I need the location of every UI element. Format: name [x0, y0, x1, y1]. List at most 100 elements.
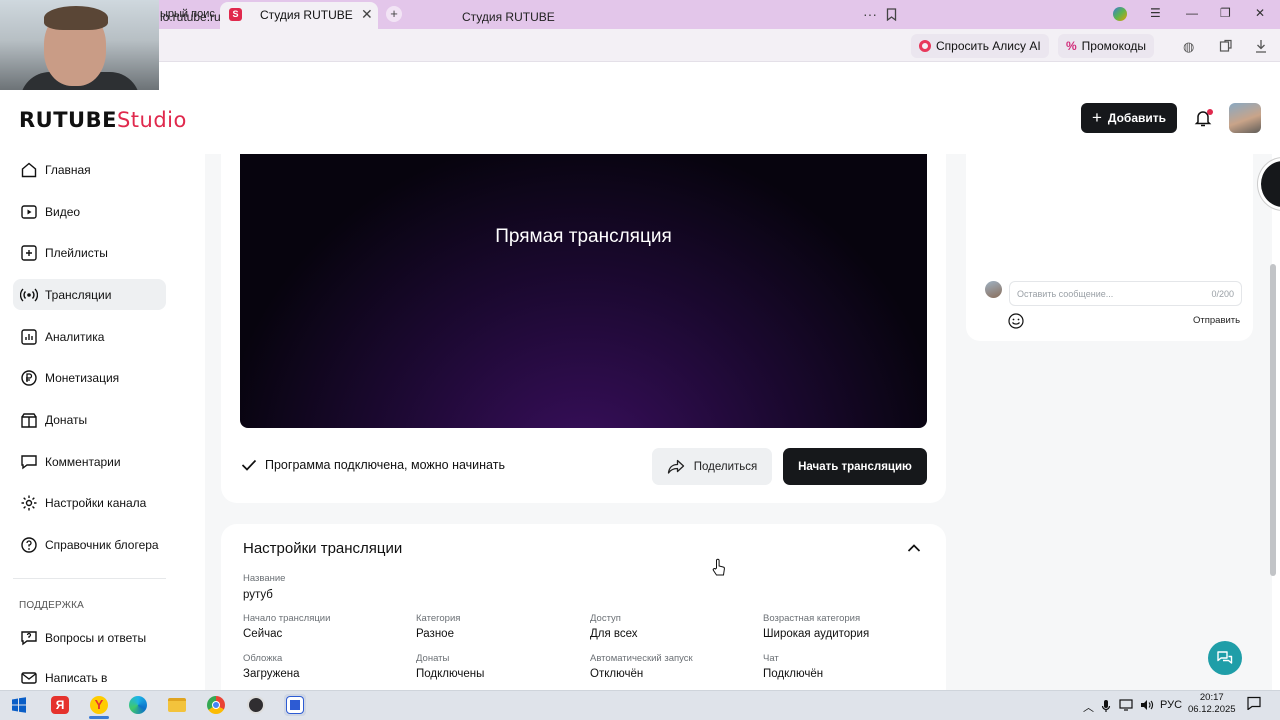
- connection-status: Программа подключена, можно начинать: [241, 458, 505, 472]
- sidebar-item-label: Плейлисты: [45, 245, 108, 260]
- playlist-icon: [21, 245, 37, 261]
- user-avatar[interactable]: [1229, 103, 1261, 133]
- network-icon[interactable]: [1119, 699, 1133, 714]
- ask-alice-label: Спросить Алису AI: [936, 39, 1041, 53]
- sidebar-item-monetization[interactable]: Монетизация: [13, 362, 166, 393]
- sidebar-item-label: Видео: [45, 204, 81, 219]
- sidebar-item-label: Написать в: [45, 670, 108, 685]
- window-close-icon[interactable]: ✕: [1255, 6, 1265, 20]
- sidebar-item-label: Комментарии: [45, 454, 121, 469]
- alice-icon: [919, 40, 931, 52]
- edge-icon[interactable]: [127, 694, 149, 716]
- sidebar-item-home[interactable]: Главная: [13, 154, 166, 185]
- app-window-icon[interactable]: [284, 694, 306, 716]
- notification-center-icon[interactable]: [1247, 696, 1261, 713]
- browser-menu-icon[interactable]: ☰: [1150, 6, 1161, 20]
- cover-label: Обложка: [243, 653, 283, 664]
- notification-dot: [1207, 109, 1213, 115]
- yandex-icon[interactable]: Я: [49, 694, 71, 716]
- file-explorer-icon[interactable]: [166, 694, 188, 716]
- share-button[interactable]: Поделиться: [652, 448, 772, 485]
- help-circle-icon: [21, 537, 37, 553]
- promocodes-label: Промокоды: [1081, 39, 1146, 53]
- yandex-browser-icon[interactable]: Y: [88, 694, 110, 716]
- promocodes-button[interactable]: % Промокоды: [1058, 34, 1154, 58]
- sidebar-item-faq[interactable]: Вопросы и ответы: [13, 622, 166, 653]
- chat-message-input[interactable]: Оставить сообщение... 0/200: [1009, 281, 1242, 306]
- age-category-label: Возрастная категория: [763, 613, 861, 624]
- support-section-title: ПОДДЕРЖКА: [19, 600, 85, 611]
- sidebar-item-blogger-guide[interactable]: Справочник блогера: [13, 529, 166, 560]
- sidebar-item-write-support[interactable]: Написать в: [13, 662, 166, 693]
- share-icon: [667, 459, 684, 474]
- start-time-label: Начало трансляции: [243, 613, 331, 624]
- sidebar-item-analytics[interactable]: Аналитика: [13, 321, 166, 352]
- share-button-label: Поделиться: [693, 460, 758, 473]
- tab-close-icon[interactable]: ✕: [361, 6, 373, 23]
- tray-expand-icon[interactable]: ︿: [1083, 699, 1094, 715]
- donate-icon: [21, 413, 37, 428]
- start-broadcast-button[interactable]: Начать трансляцию: [783, 448, 927, 485]
- ask-alice-button[interactable]: Спросить Алису AI: [911, 34, 1049, 58]
- percent-icon: %: [1066, 39, 1077, 53]
- obs-icon[interactable]: [245, 694, 267, 716]
- check-icon: [241, 459, 257, 471]
- gear-icon: [21, 495, 37, 511]
- home-icon: [21, 162, 37, 178]
- page-scrollbar[interactable]: [1270, 264, 1276, 576]
- donations-value: Подключены: [416, 668, 485, 680]
- sidebar-item-label: Настройки канала: [45, 495, 147, 510]
- chrome-icon[interactable]: [205, 694, 227, 716]
- name-field-value: рутуб: [243, 589, 273, 601]
- new-tab-button[interactable]: +: [386, 6, 402, 22]
- sidebar-divider: [13, 578, 166, 579]
- category-label: Категория: [416, 613, 461, 624]
- hand-cursor-icon: [712, 558, 725, 576]
- globe-icon[interactable]: ◍: [1183, 39, 1194, 55]
- download-icon[interactable]: [1255, 39, 1267, 56]
- name-field-label: Название: [243, 573, 286, 584]
- sidebar-item-channel-settings[interactable]: Настройки канала: [13, 487, 166, 518]
- mail-icon: [21, 672, 37, 684]
- rutube-favicon-icon: S: [229, 8, 242, 21]
- sidebar-item-broadcasts[interactable]: Трансляции: [13, 279, 166, 310]
- extensions-icon[interactable]: [1219, 39, 1233, 56]
- browser-profile-icon[interactable]: [1113, 7, 1127, 21]
- connection-status-text: Программа подключена, можно начинать: [265, 458, 505, 472]
- chat-bubbles-icon: [1217, 651, 1233, 664]
- chat-user-avatar: [985, 281, 1002, 298]
- chat-setting-value: Подключён: [763, 668, 824, 680]
- chat-setting-label: Чат: [763, 653, 779, 664]
- bookmark-icon[interactable]: [886, 8, 897, 24]
- autostart-value: Отключён: [590, 668, 644, 680]
- sidebar-item-donations[interactable]: Донаты: [13, 404, 166, 435]
- support-chat-button[interactable]: [1208, 641, 1242, 675]
- emoji-icon[interactable]: [1007, 312, 1025, 330]
- minimize-icon[interactable]: —: [1186, 6, 1198, 20]
- system-clock[interactable]: 20:17 06.12.2025: [1188, 692, 1236, 716]
- stream-preview-player[interactable]: Прямая трансляция: [240, 154, 927, 428]
- sidebar-item-label: Главная: [45, 162, 91, 177]
- address-page-title: Студия RUTUBE: [462, 10, 555, 24]
- add-button[interactable]: + Добавить: [1081, 103, 1177, 133]
- more-options-icon[interactable]: ···: [863, 6, 877, 22]
- microphone-icon[interactable]: [1101, 699, 1111, 716]
- windows-start-icon[interactable]: [8, 694, 30, 716]
- webcam-overlay: [0, 0, 159, 90]
- restore-icon[interactable]: ❐: [1220, 6, 1231, 20]
- chevron-up-icon[interactable]: [906, 542, 922, 554]
- plus-icon: +: [1091, 108, 1102, 127]
- sidebar-item-playlists[interactable]: Плейлисты: [13, 237, 166, 268]
- clock-time: 20:17: [1199, 692, 1224, 703]
- sidebar-item-video[interactable]: Видео: [13, 196, 166, 227]
- clock-date: 06.12.2025: [1188, 704, 1236, 715]
- broadcast-icon: [20, 288, 38, 302]
- input-language[interactable]: РУС: [1160, 699, 1182, 711]
- chat-send-button[interactable]: Отправить: [1193, 315, 1240, 326]
- sidebar-item-comments[interactable]: Комментарии: [13, 446, 166, 477]
- age-category-value: Широкая аудитория: [763, 628, 870, 640]
- rutube-studio-logo[interactable]: RUTUBEStudio: [19, 108, 187, 132]
- address-url[interactable]: io.rutube.ru: [160, 10, 221, 24]
- category-value: Разное: [416, 628, 454, 640]
- volume-icon[interactable]: [1140, 699, 1154, 714]
